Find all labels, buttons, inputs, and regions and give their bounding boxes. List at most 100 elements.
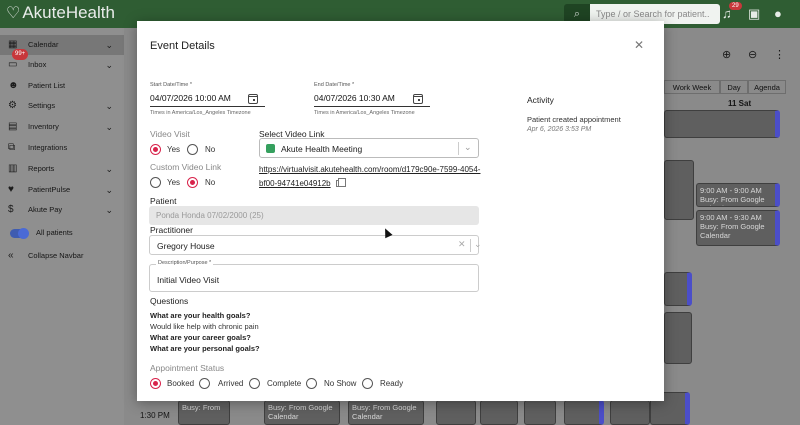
- calendar-event[interactable]: [524, 400, 556, 425]
- chevron-down-icon: ⌄: [464, 142, 472, 152]
- calendar-event[interactable]: [664, 312, 692, 364]
- pulse-icon: ♥: [8, 184, 14, 195]
- chevron-down-icon: ⌄: [105, 185, 113, 195]
- start-timezone-hint: Times in America/Los_Angeles Timezone: [150, 110, 251, 116]
- sidebar-item-label: Inbox: [28, 60, 47, 69]
- video-visit-yes-radio[interactable]: [150, 144, 161, 155]
- patient-field: Ponda Honda 07/02/2000 (25): [149, 206, 479, 225]
- practitioner-select[interactable]: Gregory House ✕ ⌄: [149, 235, 482, 255]
- status-booked-radio[interactable]: [150, 378, 161, 389]
- chart-icon: ▥: [8, 163, 18, 174]
- tab-day[interactable]: Day: [720, 80, 748, 94]
- practitioner-label: Practitioner: [150, 225, 193, 235]
- question-text: What are your career goals?: [150, 333, 251, 342]
- radio-label: Yes: [167, 145, 181, 154]
- end-datetime-input[interactable]: 04/07/2026 10:30 AM: [314, 93, 395, 103]
- calendar-event[interactable]: [664, 160, 694, 220]
- toggle-switch[interactable]: [10, 228, 29, 239]
- calendar-event[interactable]: [564, 400, 604, 425]
- calendar-event[interactable]: [664, 272, 692, 306]
- activity-timestamp: Apr 6, 2026 3:53 PM: [527, 126, 592, 133]
- start-datetime-underline: [150, 106, 265, 107]
- account-icon[interactable]: ●: [774, 6, 782, 21]
- sidebar-item-reports[interactable]: ▥ Reports ⌄: [0, 159, 124, 179]
- clear-icon[interactable]: ✕: [458, 239, 466, 250]
- end-timezone-hint: Times in America/Los_Angeles Timezone: [314, 110, 415, 116]
- calendar-event[interactable]: 9:00 AM - 9:30 AM Busy: From Google Cale…: [696, 210, 780, 246]
- custom-video-link-label: Custom Video Link: [150, 162, 222, 172]
- description-field[interactable]: Description/Purpose * Initial Video Visi…: [149, 260, 479, 292]
- collapse-navbar-button[interactable]: « Collapse Navbar: [0, 246, 124, 266]
- description-value: Initial Video Visit: [157, 275, 220, 285]
- dollar-icon: $: [8, 204, 14, 215]
- sidebar-item-label: Integrations: [28, 143, 68, 152]
- status-arrived-radio[interactable]: [199, 378, 210, 389]
- meeting-icon: [266, 144, 275, 153]
- video-url-link[interactable]: https://virtualvisit.akutehealth.com/roo…: [259, 163, 484, 191]
- chevron-down-icon: ⌄: [105, 40, 113, 50]
- end-datetime-label: End Date/Time *: [314, 82, 355, 88]
- status-no-show-radio[interactable]: [306, 378, 317, 389]
- sidebar-item-akute-pay[interactable]: $ Akute Pay ⌄: [0, 200, 124, 220]
- custom-video-link-no-radio[interactable]: [187, 177, 198, 188]
- custom-video-link-yes-radio[interactable]: [150, 177, 161, 188]
- question-text: What are your personal goals?: [150, 344, 260, 353]
- gift-icon[interactable]: ▣: [748, 6, 760, 22]
- calendar-event[interactable]: [610, 400, 650, 425]
- gear-icon: ⚙: [8, 100, 17, 111]
- calendar-event[interactable]: [664, 110, 780, 138]
- notification-badge: 29: [729, 2, 742, 10]
- radio-label: Complete: [267, 379, 302, 388]
- sidebar-item-settings[interactable]: ⚙ Settings ⌄: [0, 96, 124, 116]
- all-patients-toggle[interactable]: All patients: [0, 223, 124, 243]
- video-url-text[interactable]: https://virtualvisit.akutehealth.com/roo…: [259, 165, 480, 188]
- chevron-down-icon: ⌄: [474, 239, 482, 249]
- sidebar-item-label: Patient List: [28, 81, 66, 90]
- sidebar-item-patientpulse[interactable]: ♥ PatientPulse ⌄: [0, 180, 124, 200]
- calendar-icon[interactable]: [248, 94, 258, 104]
- sidebar-item-inbox[interactable]: ▭ 99+ Inbox ⌄: [0, 49, 124, 75]
- more-vertical-icon[interactable]: ⋮: [774, 48, 785, 61]
- all-patients-label: All patients: [36, 228, 73, 237]
- sidebar-item-label: PatientPulse: [28, 185, 71, 194]
- calendar-event[interactable]: Busy: From: [178, 400, 230, 425]
- chevron-down-icon: ⌄: [105, 60, 113, 70]
- radio-label: Ready: [380, 379, 404, 388]
- copy-icon[interactable]: [335, 178, 346, 187]
- calendar-event[interactable]: 9:00 AM - 9:00 AM Busy: From Google Cale…: [696, 183, 780, 207]
- chevron-down-icon: ⌄: [105, 101, 113, 111]
- chevron-down-icon: ⌄: [105, 122, 113, 132]
- people-icon: ☻: [8, 80, 19, 91]
- zoom-in-icon[interactable]: ⊕: [722, 48, 731, 61]
- sidebar-item-integrations[interactable]: ⧉ Integrations: [0, 138, 124, 158]
- status-ready-radio[interactable]: [362, 378, 373, 389]
- end-datetime-underline: [314, 106, 430, 107]
- calendar-icon[interactable]: [413, 94, 423, 104]
- radio-label: No Show: [324, 379, 357, 388]
- tab-work-week[interactable]: Work Week: [664, 80, 720, 94]
- video-link-select[interactable]: Akute Health Meeting ⌄: [259, 138, 479, 158]
- radio-label: Arrived: [218, 379, 244, 388]
- start-datetime-label: Start Date/Time *: [150, 82, 192, 88]
- sidebar-item-label: Inventory: [28, 122, 59, 131]
- app-logo[interactable]: ♡ AkuteHealth: [6, 3, 115, 23]
- calendar-event[interactable]: Busy: From Google Calendar: [264, 400, 340, 425]
- calendar-event[interactable]: [436, 400, 476, 425]
- calendar-event[interactable]: [480, 400, 518, 425]
- appointment-status-label: Appointment Status: [150, 363, 225, 373]
- radio-label: Yes: [167, 178, 181, 187]
- video-visit-no-radio[interactable]: [187, 144, 198, 155]
- status-complete-radio[interactable]: [249, 378, 260, 389]
- sidebar-item-patient-list[interactable]: ☻ Patient List: [0, 76, 124, 96]
- plug-icon: ⧉: [8, 142, 16, 153]
- zoom-out-icon[interactable]: ⊖: [748, 48, 757, 61]
- tab-agenda[interactable]: Agenda: [748, 80, 786, 94]
- sidebar-item-inventory[interactable]: ▤ Inventory ⌄: [0, 117, 124, 137]
- logo-text: AkuteHealth: [22, 3, 115, 22]
- start-datetime-input[interactable]: 04/07/2026 10:00 AM: [150, 93, 231, 103]
- close-icon[interactable]: ✕: [634, 38, 644, 52]
- sidebar-item-label: Akute Pay: [28, 205, 63, 214]
- calendar-event[interactable]: Busy: From Google Calendar: [348, 400, 424, 425]
- modal-title: Event Details: [150, 40, 215, 52]
- description-label: Description/Purpose *: [156, 260, 214, 266]
